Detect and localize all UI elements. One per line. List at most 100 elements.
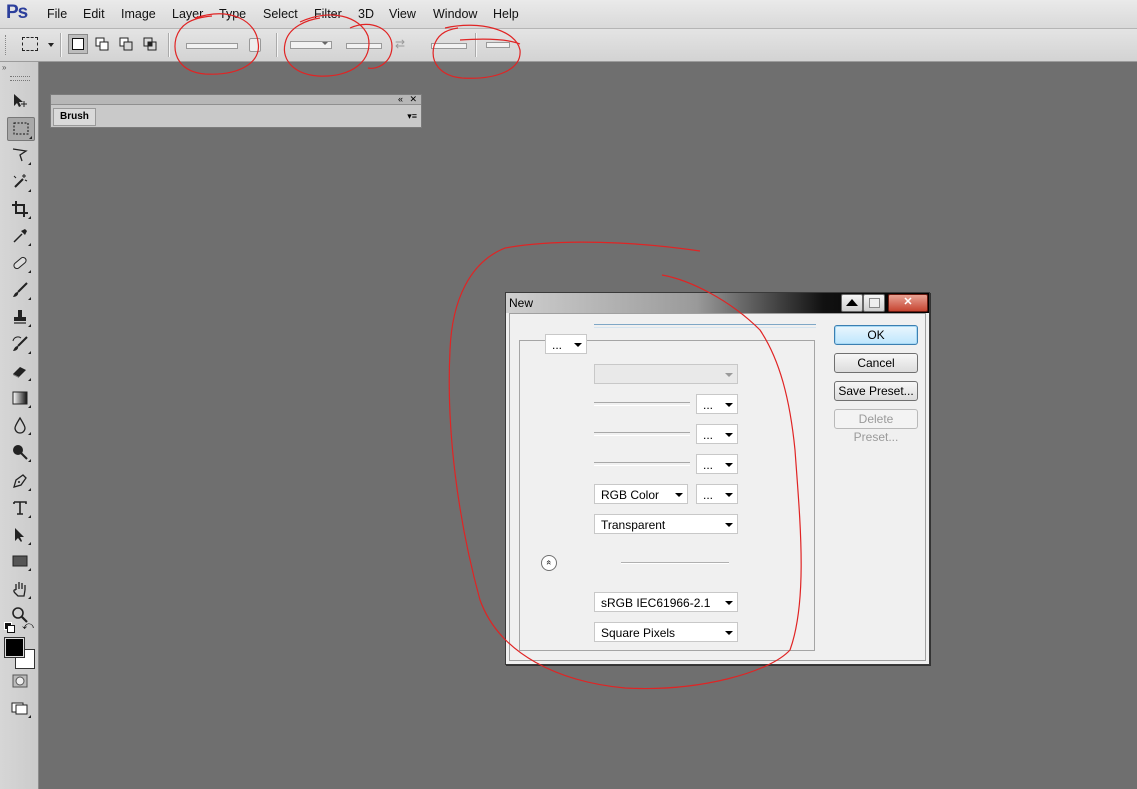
bit-depth-select[interactable]: ... xyxy=(696,484,738,504)
menu-edit[interactable]: Edit xyxy=(83,7,105,21)
menu-bar: Ps File Edit Image Layer Type Select Fil… xyxy=(0,0,1137,29)
crop-tool[interactable] xyxy=(7,198,33,220)
feather-field[interactable] xyxy=(186,43,238,49)
gradient-tool[interactable] xyxy=(7,387,33,409)
width-field[interactable] xyxy=(594,402,690,406)
magic-wand-tool[interactable] xyxy=(7,171,33,193)
dodge-tool[interactable] xyxy=(7,441,33,463)
menu-file[interactable]: File xyxy=(47,7,67,21)
tool-flyout-indicator xyxy=(25,405,31,408)
type-tool[interactable] xyxy=(7,497,33,519)
rectangular-marquee-tool[interactable] xyxy=(7,117,35,141)
collapse-panel-icon[interactable]: « xyxy=(398,94,403,104)
new-selection-button[interactable] xyxy=(68,34,88,54)
brush-panel: « ✕ Brush ▾≡ xyxy=(50,94,422,128)
size-select[interactable] xyxy=(594,364,738,384)
width-unit-select[interactable]: ... xyxy=(696,394,738,414)
tool-flyout-indicator xyxy=(25,459,31,462)
pixel-aspect-ratio-value: Square Pixels xyxy=(601,626,676,640)
pixel-aspect-ratio-select[interactable]: Square Pixels xyxy=(594,622,738,642)
tool-flyout-indicator xyxy=(25,162,31,165)
clone-stamp-tool[interactable] xyxy=(7,306,33,328)
tool-flyout-indicator xyxy=(25,542,31,545)
eraser-tool[interactable] xyxy=(7,360,33,382)
height-unit-value: ... xyxy=(703,428,714,442)
chevron-down-icon xyxy=(725,631,733,635)
healing-brush-tool[interactable] xyxy=(7,252,33,274)
preset-select[interactable]: ... xyxy=(545,334,587,354)
swap-dimensions-icon[interactable]: ⇄ xyxy=(395,38,411,50)
double-chevron-up-icon: » xyxy=(543,559,554,566)
marquee-preset-icon[interactable] xyxy=(22,37,38,51)
maximize-button[interactable] xyxy=(863,294,885,312)
hand-tool[interactable] xyxy=(7,578,33,600)
tool-flyout-indicator xyxy=(25,351,31,354)
anti-alias-checkbox[interactable] xyxy=(249,38,261,52)
brush-tool[interactable] xyxy=(7,279,33,301)
menu-view[interactable]: View xyxy=(389,7,416,21)
lasso-tool[interactable] xyxy=(7,144,33,166)
menu-type[interactable]: Type xyxy=(219,7,246,21)
color-mode-select[interactable]: RGB Color xyxy=(594,484,688,504)
cancel-button[interactable]: Cancel xyxy=(834,353,918,373)
blur-tool[interactable] xyxy=(7,414,33,436)
move-tool[interactable] xyxy=(7,90,33,112)
resolution-field[interactable] xyxy=(594,462,690,466)
rectangle-tool[interactable] xyxy=(7,550,33,572)
screen-mode-button[interactable] xyxy=(7,697,33,719)
height-field[interactable] xyxy=(594,432,690,436)
history-brush-tool[interactable] xyxy=(7,333,33,355)
tool-flyout-indicator xyxy=(25,568,31,571)
swap-colors-icon[interactable]: ⤺ xyxy=(22,620,34,632)
tool-flyout-indicator xyxy=(25,488,31,491)
minimize-button[interactable] xyxy=(841,294,863,312)
height-unit-select[interactable]: ... xyxy=(696,424,738,444)
menu-image[interactable]: Image xyxy=(121,7,156,21)
toolbox-grip[interactable] xyxy=(10,76,30,81)
name-field[interactable] xyxy=(594,324,816,328)
tool-flyout-indicator xyxy=(25,270,31,273)
chevron-down-icon xyxy=(725,601,733,605)
intersect-selection-icon xyxy=(143,37,157,51)
tool-flyout-indicator xyxy=(25,324,31,327)
close-panel-icon[interactable]: ✕ xyxy=(409,94,417,104)
window-icon xyxy=(868,298,880,308)
add-to-selection-button[interactable] xyxy=(92,34,112,54)
pen-tool[interactable] xyxy=(7,470,33,492)
menu-help[interactable]: Help xyxy=(493,7,519,21)
menu-layer[interactable]: Layer xyxy=(172,7,203,21)
width-field[interactable] xyxy=(346,43,382,49)
ok-button[interactable]: OK xyxy=(834,325,918,345)
background-contents-select[interactable]: Transparent xyxy=(594,514,738,534)
subtract-from-selection-button[interactable] xyxy=(116,34,136,54)
default-colors-icon[interactable] xyxy=(4,622,15,633)
dialog-title: New xyxy=(509,296,534,310)
advanced-toggle-button[interactable]: » xyxy=(541,555,557,571)
height-field[interactable] xyxy=(431,43,467,49)
dialog-titlebar[interactable]: New ✕ xyxy=(506,293,929,313)
menu-3d[interactable]: 3D xyxy=(358,7,374,21)
collapse-toolbox-icon[interactable]: » xyxy=(2,64,36,72)
delete-preset-button[interactable]: Delete Preset... xyxy=(834,409,918,444)
chevron-down-icon xyxy=(725,523,733,527)
resolution-unit-select[interactable]: ... xyxy=(696,454,738,474)
close-dialog-button[interactable]: ✕ xyxy=(888,294,928,312)
save-preset-button[interactable]: Save Preset... xyxy=(834,381,918,401)
tab-brush[interactable]: Brush xyxy=(53,108,96,126)
color-profile-select[interactable]: sRGB IEC61966-2.1 xyxy=(594,592,738,612)
menu-select[interactable]: Select xyxy=(263,7,298,21)
refine-edge-button[interactable] xyxy=(486,42,510,48)
bar-grip[interactable] xyxy=(5,35,9,55)
eyedropper-tool[interactable] xyxy=(7,225,33,247)
panel-menu-icon[interactable]: ▾≡ xyxy=(407,111,417,121)
panel-header[interactable] xyxy=(51,95,421,105)
tool-preset-dropdown-icon[interactable] xyxy=(48,43,54,47)
foreground-color-swatch[interactable] xyxy=(4,637,25,658)
chevron-down-icon xyxy=(725,403,733,407)
intersect-selection-button[interactable] xyxy=(140,34,160,54)
menu-window[interactable]: Window xyxy=(433,7,477,21)
path-selection-tool[interactable] xyxy=(7,524,33,546)
tool-flyout-indicator xyxy=(25,297,31,300)
quick-mask-button[interactable] xyxy=(7,670,33,692)
menu-filter[interactable]: Filter xyxy=(314,7,342,21)
